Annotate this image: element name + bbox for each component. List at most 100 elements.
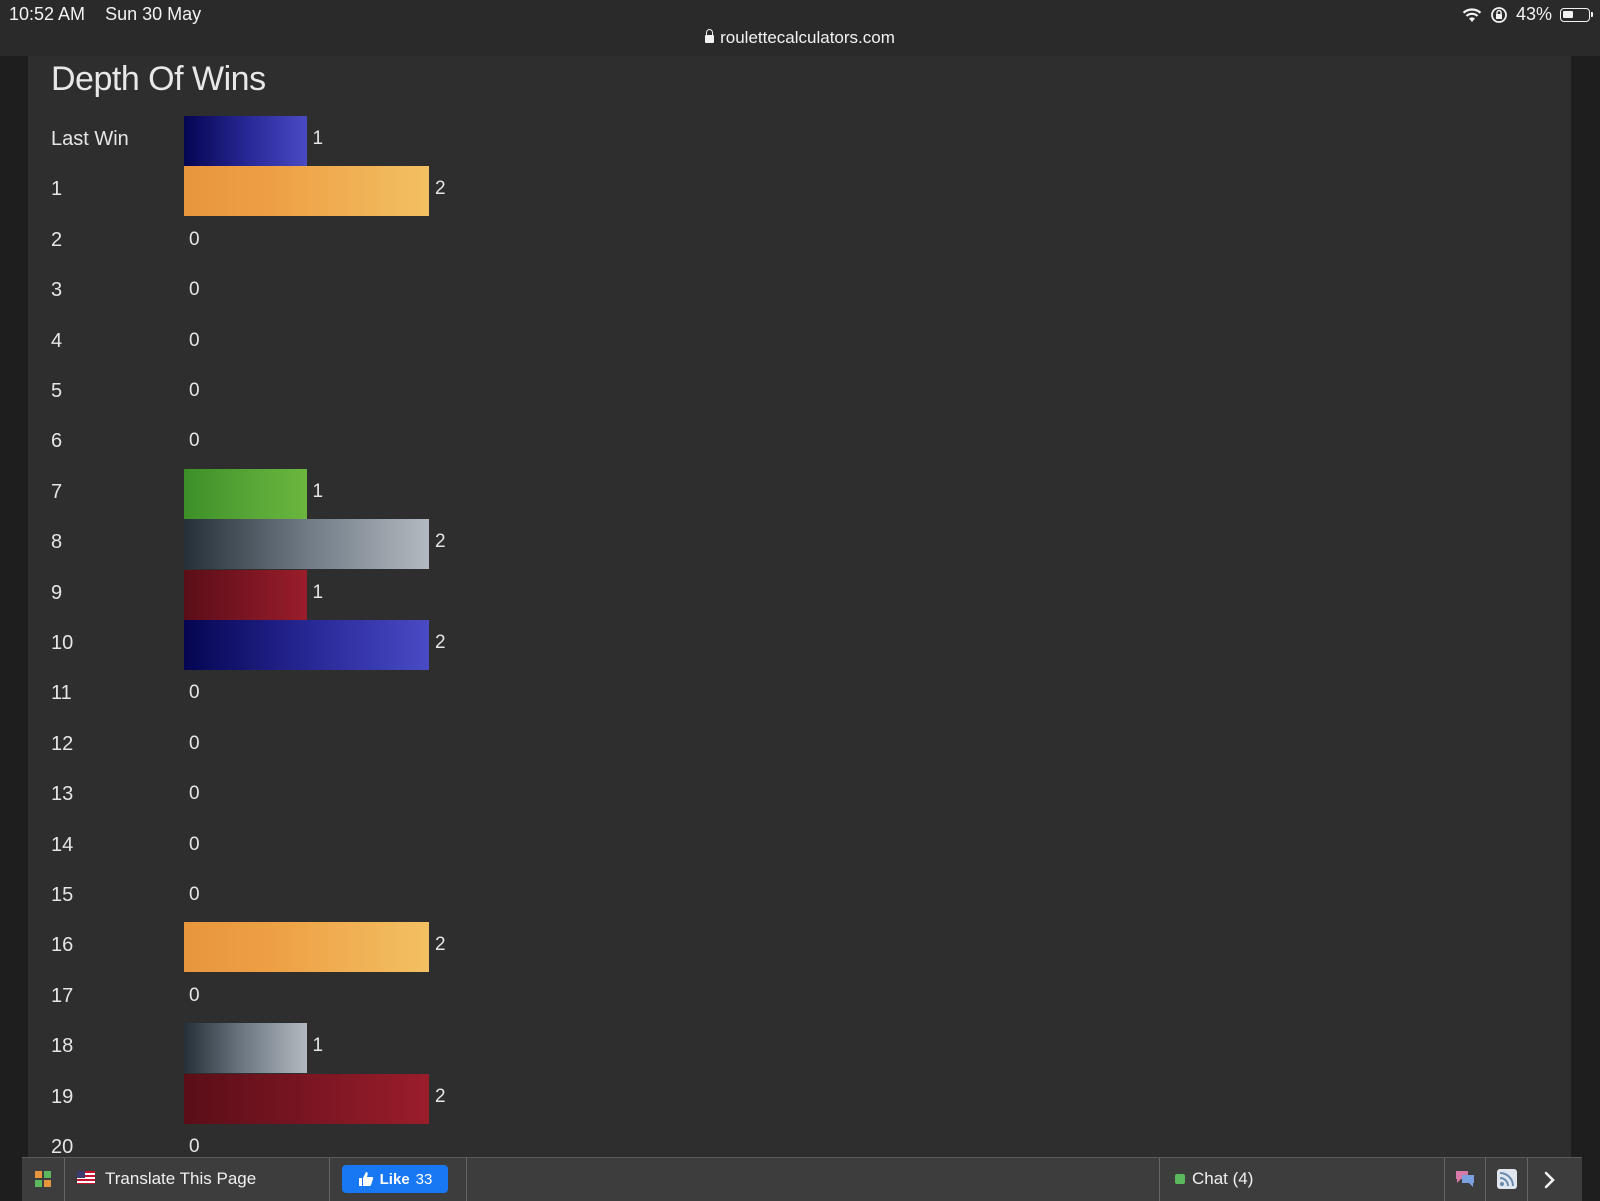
chart-bar (184, 468, 307, 519)
chart-row: 91 (28, 569, 728, 620)
rss-button[interactable] (1486, 1158, 1528, 1201)
like-count: 33 (415, 1170, 433, 1188)
bar-value-label: 0 (189, 984, 200, 1006)
row-label: 13 (51, 783, 74, 806)
bar-value-label: 2 (435, 178, 446, 200)
status-icons: 43% (1462, 4, 1593, 25)
like-cell: Like 33 (330, 1158, 467, 1201)
row-label: 17 (51, 984, 74, 1007)
bar-value-label: 0 (189, 329, 200, 351)
chart-row: 11 0 (28, 670, 728, 720)
chevron-right-icon (1544, 1171, 1555, 1189)
page-content: Depth Of Wins Last Win 1 1 2 2 0 3 0 4 0 5 0 6 0 7 1 8 2 9… (28, 56, 1571, 1200)
expand-button[interactable] (1528, 1158, 1572, 1201)
translate-button[interactable]: Translate This Page (65, 1158, 330, 1201)
battery-percent: 43% (1515, 4, 1552, 24)
bar-value-label: 2 (435, 632, 446, 653)
chart-row: 71 (28, 468, 728, 519)
bar-value-label: 0 (189, 884, 200, 905)
bar-value-label: 0 (189, 783, 200, 805)
row-label: 14 (51, 833, 74, 856)
bar-value-label: 0 (189, 430, 200, 452)
bar-value-label: 2 (435, 934, 446, 956)
bar-value-label: 0 (189, 732, 200, 754)
battery-icon (1560, 7, 1593, 22)
grid-icon (35, 1171, 51, 1187)
bar-value-label: 2 (435, 531, 446, 553)
rss-icon (1497, 1169, 1517, 1189)
apps-button[interactable] (22, 1158, 65, 1201)
chart-bar (184, 166, 429, 217)
row-label: 5 (51, 380, 63, 402)
row-label: 16 (51, 934, 74, 957)
chart-row: Last Win 1 (28, 116, 728, 166)
row-label: 8 (51, 531, 63, 554)
status-time: 10:52 AM Sun 30 May (9, 4, 201, 25)
chat-label: Chat (4) (1192, 1169, 1254, 1188)
row-label: 10 (51, 632, 74, 654)
chat-button[interactable]: Chat (4) (1160, 1158, 1445, 1201)
row-label: 7 (51, 480, 63, 503)
like-label: Like (379, 1170, 410, 1188)
bar-value-label: 2 (435, 1085, 446, 1107)
bottom-toolbar: Translate This Page Like 33 Chat (4) (22, 1157, 1582, 1201)
page-title: Depth Of Wins (51, 60, 266, 98)
row-label: 4 (51, 329, 63, 352)
row-label: 1 (51, 178, 63, 201)
url-bar[interactable]: roulettecalculators.com (0, 28, 1600, 48)
translate-label: Translate This Page (105, 1169, 257, 1188)
chart-row: 60 (28, 418, 728, 468)
bar-value-label: 1 (312, 581, 324, 603)
row-label: Last Win (51, 128, 129, 150)
us-flag-icon (77, 1171, 95, 1184)
chart-row: 12 0 (28, 721, 728, 771)
status-bar: 10:52 AM Sun 30 May 43% roulettecalculat… (0, 0, 1600, 56)
bar-value-label: 1 (312, 480, 324, 502)
row-label: 18 (51, 1035, 74, 1058)
chart-row: 50 (28, 368, 728, 418)
chart-row: 18 1 (28, 1023, 728, 1074)
row-label: 6 (51, 430, 63, 453)
chart-bar (184, 116, 307, 166)
chart-row: 40 (28, 318, 728, 368)
chart-row: 10 2 (28, 620, 728, 670)
chart-row: 17 0 (28, 973, 728, 1023)
chart-bar (184, 922, 429, 973)
online-status-icon (1175, 1174, 1185, 1184)
toolbar-spacer (467, 1158, 1160, 1201)
row-label: 20 (51, 1136, 74, 1158)
bar-value-label: 0 (189, 1136, 200, 1157)
chart-bar (184, 620, 429, 670)
row-label: 19 (51, 1085, 74, 1108)
messages-button[interactable] (1445, 1158, 1486, 1201)
chart-row: 16 2 (28, 922, 728, 973)
row-label: 9 (51, 581, 63, 604)
url-text: roulettecalculators.com (720, 28, 895, 47)
chart-row: 20 (28, 217, 728, 267)
chart-bar (184, 1023, 307, 1074)
chart-row: 15 0 (28, 872, 728, 922)
chart-row: 82 (28, 519, 728, 570)
bar-value-label: 0 (189, 380, 200, 401)
row-label: 11 (51, 682, 72, 705)
chart-row: 30 (28, 267, 728, 317)
row-label: 3 (51, 279, 63, 302)
row-label: 12 (51, 732, 74, 755)
lock-icon (705, 29, 715, 43)
bar-value-label: 1 (312, 128, 324, 149)
rotation-lock-icon (1491, 6, 1507, 23)
like-button[interactable]: Like 33 (342, 1165, 448, 1193)
chart-row: 13 0 (28, 771, 728, 821)
row-label: 15 (51, 884, 74, 906)
time-text: 10:52 AM (9, 4, 86, 24)
wifi-icon (1462, 7, 1482, 22)
bar-value-label: 0 (189, 682, 200, 704)
bar-value-label: 1 (312, 1035, 324, 1057)
chart-bar (184, 519, 429, 570)
thumbs-up-icon (358, 1172, 373, 1186)
chart-row: 12 (28, 166, 728, 217)
date-text: Sun 30 May (105, 4, 202, 24)
bar-value-label: 0 (189, 228, 200, 250)
chart-bar (184, 569, 307, 620)
chart-bar (184, 1073, 429, 1124)
